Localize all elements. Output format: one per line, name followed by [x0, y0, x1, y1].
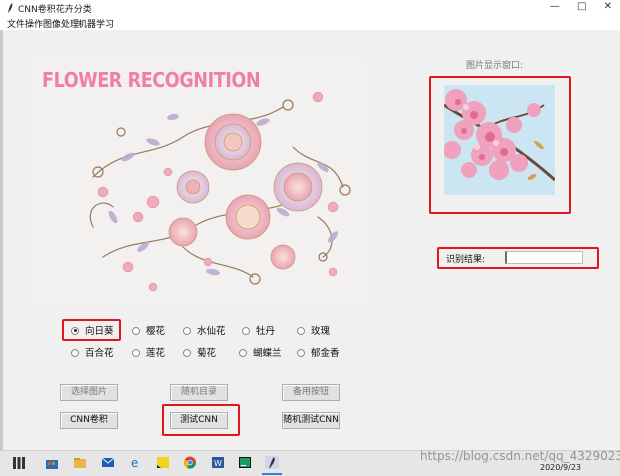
radio-label: 玫瑰 — [311, 326, 331, 337]
radio-label: 菊花 — [197, 348, 217, 359]
radio-dot[interactable] — [132, 326, 140, 335]
pycharm-icon[interactable] — [238, 456, 252, 469]
close-button[interactable]: ✕ — [604, 1, 612, 12]
title-bar: CNN卷积花卉分类 — □ ✕ — [0, 0, 620, 16]
radio-orchid[interactable]: 蝴蝶兰 — [239, 345, 282, 359]
flower-banner: FLOWER RECOGNITION — [33, 57, 365, 306]
radio-lotus[interactable]: 莲花 — [132, 345, 165, 359]
menu-file-ops[interactable]: 文件操作 — [7, 17, 43, 30]
random-test-cnn-button[interactable]: 随机测试CNN — [282, 412, 340, 429]
result-field[interactable] — [505, 251, 583, 264]
radio-dot[interactable] — [183, 326, 191, 335]
random-directory-button[interactable]: 随机目录 — [170, 384, 228, 401]
folder-icon[interactable] — [73, 456, 87, 469]
radio-peony[interactable]: 牡丹 — [242, 323, 275, 337]
radio-label: 牡丹 — [256, 326, 276, 337]
menu-image-processing[interactable]: 图像处理 — [43, 17, 79, 30]
radio-dot[interactable] — [132, 348, 140, 357]
mail-icon[interactable] — [101, 456, 115, 469]
radio-label: 蝴蝶兰 — [253, 348, 282, 359]
watermark: https://blog.csdn.net/qq_43290233 — [420, 449, 620, 463]
radio-label: 樱花 — [146, 326, 166, 337]
menu-bar: 文件操作 图像处理 机器学习 — [0, 16, 620, 30]
radio-label: 水仙花 — [197, 326, 226, 337]
window-controls[interactable]: — □ ✕ — [550, 1, 612, 12]
radio-dot[interactable] — [71, 348, 79, 357]
cnn-conv-button[interactable]: CNN卷积 — [60, 412, 118, 429]
radio-label: 莲花 — [146, 348, 166, 359]
menu-machine-learning[interactable]: 机器学习 — [78, 17, 114, 30]
flower-image-display — [444, 85, 555, 195]
task-view-icon[interactable] — [13, 457, 25, 469]
feather-app-icon — [8, 3, 13, 13]
radio-rose[interactable]: 玫瑰 — [297, 323, 330, 337]
maximize-button[interactable]: □ — [577, 1, 586, 12]
window-left-edge — [0, 30, 3, 450]
radio-cherry-blossom[interactable]: 樱花 — [132, 323, 165, 337]
cherry-blossom-image — [444, 85, 555, 195]
image-display-caption: 图片显示窗口: — [466, 61, 524, 71]
radio-narcissus[interactable]: 水仙花 — [183, 323, 226, 337]
window-title: CNN卷积花卉分类 — [18, 5, 92, 15]
select-image-button[interactable]: 选择图片 — [60, 384, 118, 401]
radio-chrysanthemum[interactable]: 菊花 — [183, 345, 216, 359]
python-app-icon[interactable] — [265, 456, 279, 469]
minimize-button[interactable]: — — [550, 1, 560, 12]
radio-dot-checked[interactable] — [71, 326, 79, 335]
taskbar-date: 2020/9/23 — [540, 463, 582, 472]
svg-text:e: e — [131, 456, 138, 469]
spare-button[interactable]: 备用按钮 — [282, 384, 340, 401]
radio-label: 郁金香 — [311, 348, 340, 359]
word-icon[interactable]: W — [211, 456, 225, 469]
radio-dot[interactable] — [242, 326, 250, 335]
radio-lily[interactable]: 百合花 — [71, 345, 114, 359]
sticky-notes-icon[interactable] — [156, 456, 170, 469]
radio-label: 百合花 — [85, 348, 114, 359]
chrome-browser-icon[interactable] — [183, 456, 197, 469]
radio-sunflower[interactable]: 向日葵 — [71, 323, 114, 337]
radio-tulip[interactable]: 郁金香 — [297, 345, 340, 359]
floral-illustration — [89, 91, 351, 292]
radio-dot[interactable] — [183, 348, 191, 357]
result-label: 识别结果: — [446, 255, 486, 265]
edge-browser-icon[interactable]: e — [129, 456, 143, 469]
radio-dot[interactable] — [297, 348, 305, 357]
radio-dot[interactable] — [297, 326, 305, 335]
svg-text:W: W — [214, 459, 222, 468]
test-cnn-button[interactable]: 测试CNN — [170, 412, 228, 429]
radio-label: 向日葵 — [85, 326, 114, 337]
radio-dot[interactable] — [239, 348, 247, 357]
store-icon[interactable] — [45, 456, 59, 469]
